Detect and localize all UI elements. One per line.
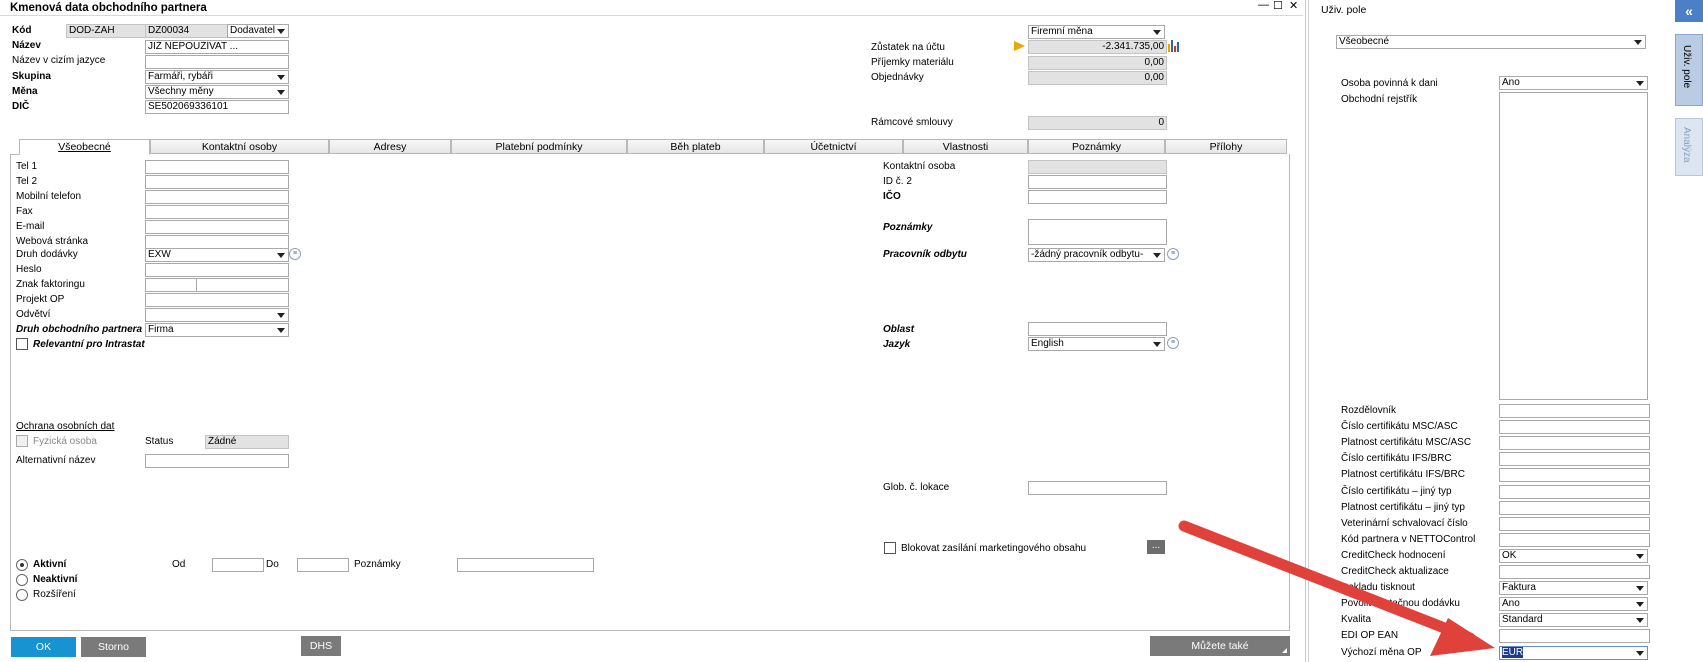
annotation-arrow [1178, 520, 1495, 656]
annotation-arrow-shaft [1178, 520, 1476, 644]
